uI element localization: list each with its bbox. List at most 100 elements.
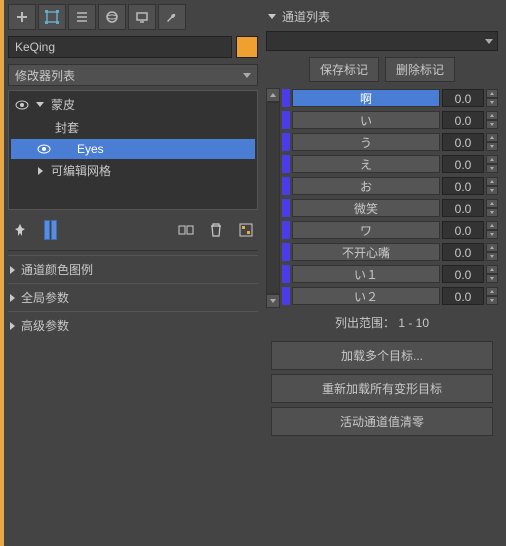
expand-icon[interactable]: [35, 102, 45, 107]
color-swatch[interactable]: [236, 36, 258, 58]
chevron-down-icon: [268, 14, 276, 19]
channel-value[interactable]: 0.0: [442, 199, 484, 217]
spinner-down[interactable]: [486, 120, 498, 129]
load-multi-targets-button[interactable]: 加载多个目标...: [271, 341, 494, 370]
expand-icon[interactable]: [35, 167, 45, 175]
channel-row: い２0.0: [282, 286, 498, 306]
spinner-up[interactable]: [486, 287, 498, 296]
stack-item[interactable]: 可编辑网格: [11, 159, 255, 182]
channel-handle[interactable]: [282, 265, 290, 283]
trash-icon[interactable]: [204, 218, 228, 242]
make-unique-icon[interactable]: [174, 218, 198, 242]
spinner-down[interactable]: [486, 98, 498, 107]
channel-handle[interactable]: [282, 287, 290, 305]
list-icon[interactable]: [68, 4, 96, 30]
sphere-icon[interactable]: [98, 4, 126, 30]
rollout-label: 通道颜色图例: [21, 261, 93, 278]
transform-icon[interactable]: [38, 4, 66, 30]
channel-value[interactable]: 0.0: [442, 111, 484, 129]
channel-value[interactable]: 0.0: [442, 89, 484, 107]
channel-label[interactable]: い１: [292, 265, 440, 283]
eye-icon[interactable]: [15, 100, 29, 110]
channel-handle[interactable]: [282, 243, 290, 261]
spinner-down[interactable]: [486, 164, 498, 173]
scroll-down-button[interactable]: [266, 294, 280, 308]
channel-label[interactable]: 不开心嘴: [292, 243, 440, 261]
spinner-up[interactable]: [486, 177, 498, 186]
spinner-down[interactable]: [486, 296, 498, 305]
wrench-icon[interactable]: [158, 4, 186, 30]
channel-handle[interactable]: [282, 221, 290, 239]
channel-dropdown[interactable]: [266, 31, 498, 51]
pin-icon[interactable]: [8, 218, 32, 242]
channel-label[interactable]: 微笑: [292, 199, 440, 217]
range-label: 列出范围： 1 - 10: [266, 308, 498, 337]
spinner-up[interactable]: [486, 89, 498, 98]
channel-value[interactable]: 0.0: [442, 265, 484, 283]
spinner-down[interactable]: [486, 186, 498, 195]
channel-label[interactable]: ワ: [292, 221, 440, 239]
object-name-input[interactable]: [8, 36, 232, 58]
channel-label[interactable]: え: [292, 155, 440, 173]
spinner-down[interactable]: [486, 208, 498, 217]
reload-all-targets-button[interactable]: 重新加载所有变形目标: [271, 374, 494, 403]
plus-icon[interactable]: [8, 4, 36, 30]
stack-item[interactable]: 封套: [11, 116, 255, 139]
channel-list-header[interactable]: 通道列表: [266, 4, 498, 29]
channel-label[interactable]: い２: [292, 287, 440, 305]
spinner: [486, 265, 498, 283]
spinner-up[interactable]: [486, 221, 498, 230]
spinner-up[interactable]: [486, 243, 498, 252]
channel-label[interactable]: 啊: [292, 89, 440, 107]
rollout-color-legend[interactable]: 通道颜色图例: [8, 255, 258, 283]
show-end-result-icon[interactable]: [38, 218, 62, 242]
channel-handle[interactable]: [282, 155, 290, 173]
channel-handle[interactable]: [282, 89, 290, 107]
scroll-track[interactable]: [266, 102, 280, 294]
eye-icon[interactable]: [37, 144, 51, 154]
right-panel: 通道列表 保存标记 删除标记 啊0.0い0.0う0.0え0.0お0.0微笑0.0…: [262, 0, 506, 546]
channel-value[interactable]: 0.0: [442, 243, 484, 261]
channel-label[interactable]: う: [292, 133, 440, 151]
chevron-right-icon: [10, 294, 15, 302]
modifier-stack: 蒙皮 封套 Eyes 可编辑网格: [8, 90, 258, 210]
channel-handle[interactable]: [282, 177, 290, 195]
spinner-up[interactable]: [486, 133, 498, 142]
channel-label[interactable]: お: [292, 177, 440, 195]
channel-value[interactable]: 0.0: [442, 221, 484, 239]
rollout-global-params[interactable]: 全局参数: [8, 283, 258, 311]
channel-value[interactable]: 0.0: [442, 177, 484, 195]
channel-handle[interactable]: [282, 133, 290, 151]
scroll-up-button[interactable]: [266, 88, 280, 102]
channel-label[interactable]: い: [292, 111, 440, 129]
delete-marker-button[interactable]: 删除标记: [385, 57, 455, 82]
spinner-down[interactable]: [486, 230, 498, 239]
configure-icon[interactable]: [234, 218, 258, 242]
spinner-up[interactable]: [486, 155, 498, 164]
channel-value[interactable]: 0.0: [442, 133, 484, 151]
spinner-up[interactable]: [486, 199, 498, 208]
header-label: 通道列表: [282, 8, 330, 25]
spinner-up[interactable]: [486, 265, 498, 274]
display-icon[interactable]: [128, 4, 156, 30]
spinner: [486, 243, 498, 261]
channel-handle[interactable]: [282, 199, 290, 217]
spinner: [486, 199, 498, 217]
zero-active-channel-button[interactable]: 活动通道值清零: [271, 407, 494, 436]
spinner-down[interactable]: [486, 142, 498, 151]
modifier-list-dropdown[interactable]: 修改器列表: [8, 64, 258, 86]
stack-item[interactable]: 蒙皮: [11, 93, 255, 116]
channel-row: お0.0: [282, 176, 498, 196]
spinner-down[interactable]: [486, 252, 498, 261]
spinner: [486, 89, 498, 107]
rollout-advanced-params[interactable]: 高级参数: [8, 311, 258, 339]
channel-handle[interactable]: [282, 111, 290, 129]
channel-value[interactable]: 0.0: [442, 155, 484, 173]
channel-value[interactable]: 0.0: [442, 287, 484, 305]
stack-item-selected[interactable]: Eyes: [11, 139, 255, 159]
channel-row: 啊0.0: [282, 88, 498, 108]
chevron-right-icon: [10, 322, 15, 330]
save-marker-button[interactable]: 保存标记: [309, 57, 379, 82]
spinner-down[interactable]: [486, 274, 498, 283]
spinner-up[interactable]: [486, 111, 498, 120]
